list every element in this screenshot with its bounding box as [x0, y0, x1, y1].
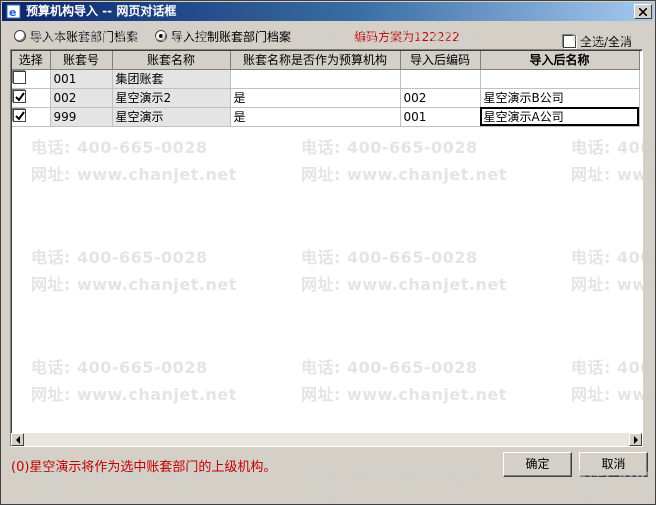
cell-book-name: 星空演示2 — [112, 88, 231, 108]
cell-book-no: 002 — [50, 88, 113, 108]
row-checkbox[interactable] — [13, 89, 26, 103]
radio-control-indicator[interactable] — [155, 30, 167, 42]
arrow-left-icon — [16, 436, 20, 444]
col-header-new-code[interactable]: 导入后编码 — [400, 51, 481, 70]
close-icon — [639, 8, 647, 16]
select-all-label: 全选/全消 — [580, 35, 633, 49]
watermark-site: 网址: www.chanjet.net — [31, 495, 237, 505]
row-checkbox-cell[interactable] — [12, 69, 51, 89]
cell-new-code[interactable] — [400, 69, 481, 89]
radio-control-label: 导入控制账套部门档案 — [171, 29, 292, 44]
cell-new-name-active[interactable]: 星空演示A公司 — [480, 107, 640, 127]
cell-new-code[interactable]: 001 — [400, 107, 481, 127]
table-row: 001 集团账套 — [12, 69, 640, 89]
checkmark-icon — [15, 91, 25, 102]
radio-import-local[interactable]: 导入本账套部门档案 — [14, 28, 138, 44]
ok-button[interactable]: 确定 — [503, 452, 572, 477]
status-message: (0)星空演示将作为选中账套部门的上级机构。 — [11, 460, 277, 475]
title-bar: e 预算机构导入 -- 网页对话框 — [2, 2, 654, 21]
window-title: 预算机构导入 -- 网页对话框 — [26, 4, 177, 18]
row-checkbox[interactable] — [13, 70, 26, 84]
cell-book-name: 集团账套 — [112, 69, 231, 89]
import-grid: 选择 账套号 账套名称 账套名称是否作为预算机构 导入后编码 导入后名称 001… — [10, 49, 643, 447]
cell-book-name: 星空演示 — [112, 107, 231, 127]
cell-new-code[interactable]: 002 — [400, 88, 481, 108]
watermark-phone: 电话: 400-665-0028 — [301, 468, 478, 487]
col-header-book-no[interactable]: 账套号 — [50, 51, 113, 70]
grid-header-row: 选择 账套号 账套名称 账套名称是否作为预算机构 导入后编码 导入后名称 — [12, 51, 640, 70]
grid-table: 选择 账套号 账套名称 账套名称是否作为预算机构 导入后编码 导入后名称 001… — [12, 51, 640, 127]
arrow-right-icon — [634, 436, 638, 444]
ie-page-icon: e — [6, 4, 21, 19]
select-all-toggle[interactable]: 全选/全消 — [563, 33, 632, 50]
checkmark-icon — [15, 110, 25, 121]
row-checkbox-cell[interactable] — [12, 88, 51, 108]
row-checkbox[interactable] — [13, 108, 26, 122]
cell-as-org[interactable]: 是 — [230, 88, 401, 108]
horizontal-scrollbar[interactable] — [11, 433, 642, 446]
watermark-site: 网址: www.chanjet.net — [301, 495, 507, 505]
close-button[interactable] — [634, 4, 652, 19]
col-header-book-name[interactable]: 账套名称 — [112, 51, 231, 70]
row-checkbox-cell[interactable] — [12, 107, 51, 127]
cell-book-no: 001 — [50, 69, 113, 89]
dialog-window: e 预算机构导入 -- 网页对话框 导入本账套部门档案 导入控制账套部门档案 编… — [0, 0, 656, 505]
radio-local-label: 导入本账套部门档案 — [30, 29, 139, 44]
table-row: 002 星空演示2 是 002 星空演示B公司 — [12, 88, 640, 108]
cell-new-name[interactable]: 星空演示B公司 — [480, 88, 640, 108]
select-all-checkbox[interactable] — [563, 35, 576, 48]
watermark-site: 网址: www.chanjet.net — [571, 495, 655, 505]
cell-book-no: 999 — [50, 107, 113, 127]
cancel-button[interactable]: 取消 — [579, 452, 648, 477]
radio-import-control[interactable]: 导入控制账套部门档案 — [155, 28, 291, 44]
table-row: 999 星空演示 是 001 星空演示A公司 — [12, 107, 640, 127]
code-scheme-label: 编码方案为122222 — [354, 30, 460, 44]
col-header-new-name[interactable]: 导入后名称 — [480, 51, 640, 70]
cell-as-org[interactable]: 是 — [230, 107, 401, 127]
svg-text:e: e — [9, 6, 16, 19]
cell-as-org[interactable] — [230, 69, 401, 89]
cell-new-name[interactable] — [480, 69, 640, 89]
col-header-select[interactable]: 选择 — [12, 51, 51, 70]
scroll-right-button[interactable] — [629, 433, 642, 446]
radio-local-indicator[interactable] — [14, 30, 26, 42]
col-header-as-org[interactable]: 账套名称是否作为预算机构 — [230, 51, 401, 70]
scroll-left-button[interactable] — [11, 433, 24, 446]
